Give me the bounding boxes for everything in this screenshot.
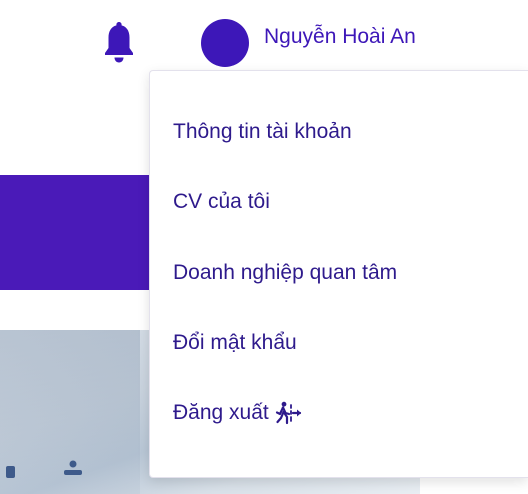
page: Nguyễn Hoài An Thông tin tài khoản CV củ… — [0, 0, 528, 494]
avatar[interactable] — [201, 19, 249, 67]
menu-item-change-password[interactable]: Đổi mật khẩu — [173, 330, 297, 356]
people-graphic — [64, 460, 82, 475]
menu-item-followed-companies[interactable]: Doanh nghiệp quan tâm — [173, 260, 397, 286]
bell-icon[interactable] — [104, 20, 134, 66]
logout-icon — [275, 401, 301, 425]
logout-label: Đăng xuất — [173, 401, 269, 424]
menu-item-logout[interactable]: Đăng xuất — [173, 400, 303, 426]
user-name[interactable]: Nguyễn Hoài An — [264, 24, 416, 50]
user-dropdown-menu: Thông tin tài khoản CV của tôi Doanh ngh… — [149, 70, 528, 478]
menu-item-account-info[interactable]: Thông tin tài khoản — [173, 119, 352, 145]
menu-item-my-cv[interactable]: CV của tôi — [173, 189, 270, 215]
